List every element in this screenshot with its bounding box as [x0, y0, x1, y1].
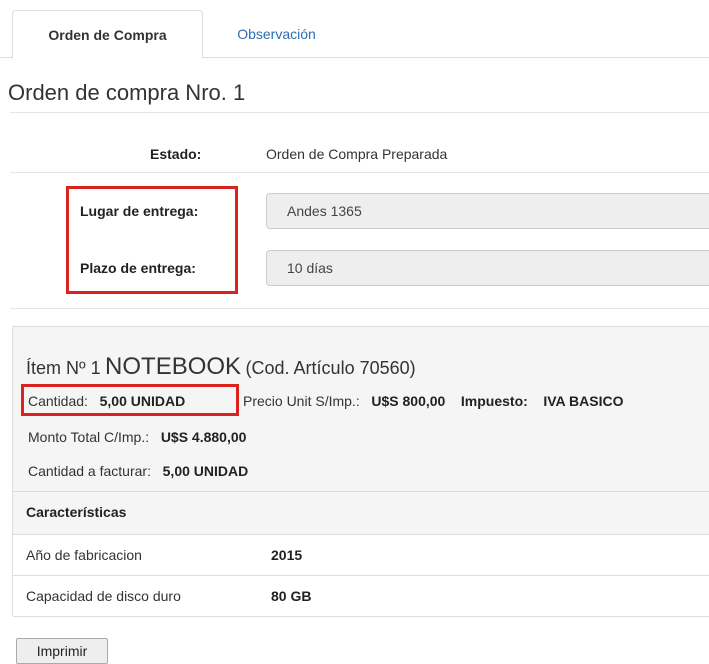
item-name: NOTEBOOK	[105, 353, 242, 380]
feature-value: 2015	[271, 547, 303, 563]
impuesto-value: IVA BASICO	[543, 393, 624, 409]
item-panel: Ítem Nº 1 NOTEBOOK (Cod. Artículo 70560)…	[12, 326, 709, 617]
tab-bar: Orden de Compra Observación	[0, 0, 709, 59]
precio-row: Precio Unit S/Imp.: U$S 800,00 Impuesto:…	[243, 393, 623, 409]
table-row: Año de fabricacion 2015	[13, 535, 709, 576]
feature-label: Capacidad de disco duro	[26, 588, 181, 604]
divider	[10, 172, 709, 173]
divider	[10, 112, 709, 113]
impuesto-label: Impuesto:	[460, 393, 528, 409]
tab-observacion[interactable]: Observación	[203, 10, 350, 59]
facturar-row: Cantidad a facturar: 5,00 UNIDAD	[28, 463, 248, 479]
monto-value: U$S 4.880,00	[160, 429, 247, 445]
item-header: Ítem Nº 1 NOTEBOOK (Cod. Artículo 70560)…	[13, 327, 709, 491]
monto-row: Monto Total C/Imp.: U$S 4.880,00	[28, 429, 246, 445]
item-title: Ítem Nº 1 NOTEBOOK (Cod. Artículo 70560)	[26, 353, 416, 381]
lugar-entrega-field[interactable]: Andes 1365	[266, 193, 709, 229]
item-code: (Cod. Artículo 70560)	[245, 358, 416, 378]
precio-value: U$S 800,00	[371, 393, 446, 409]
page-title: Orden de compra Nro. 1	[8, 80, 246, 105]
estado-value: Orden de Compra Preparada	[266, 146, 448, 162]
plazo-entrega-field[interactable]: 10 días	[266, 250, 709, 286]
highlight-box	[66, 186, 238, 294]
caracteristicas-title: Características	[26, 504, 127, 520]
tab-orden-de-compra[interactable]: Orden de Compra	[12, 10, 203, 59]
divider	[10, 308, 709, 309]
estado-label: Estado:	[150, 146, 202, 162]
table-row: Capacidad de disco duro 80 GB	[13, 576, 709, 617]
item-number: Ítem Nº 1	[26, 358, 101, 378]
feature-label: Año de fabricacion	[26, 547, 142, 563]
facturar-value: 5,00 UNIDAD	[162, 463, 249, 479]
facturar-label: Cantidad a facturar:	[28, 463, 151, 479]
caracteristicas-header: Características	[13, 491, 709, 535]
precio-label: Precio Unit S/Imp.:	[243, 393, 360, 409]
feature-value: 80 GB	[271, 588, 312, 604]
highlight-box	[21, 384, 239, 416]
print-button[interactable]: Imprimir	[16, 638, 108, 664]
monto-label: Monto Total C/Imp.:	[28, 429, 150, 445]
